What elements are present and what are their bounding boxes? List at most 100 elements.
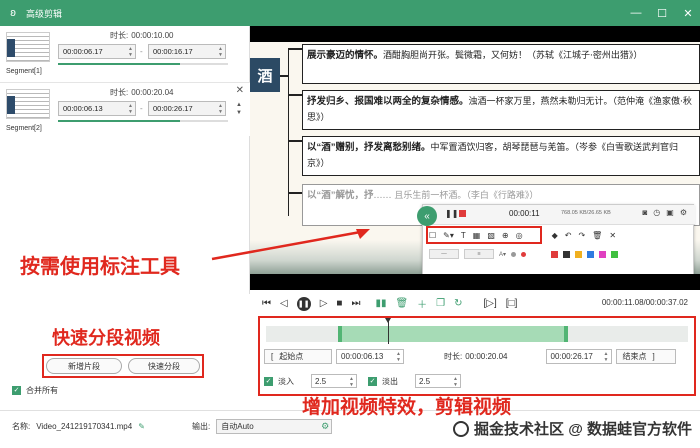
end-time-field[interactable]: 00:00:26.17 ▲ ▼ (545, 348, 612, 364)
timeline-selection[interactable] (338, 326, 568, 342)
mark-in-icon[interactable]: [▷] (484, 298, 497, 309)
fade-row: ✓ 淡入 2.5 ▲ ▼ ✓ 淡出 2.5 ▲ ▼ (264, 373, 461, 389)
spinner-icon[interactable]: ▲ ▼ (453, 376, 458, 388)
callout-annotate: 按需使用标注工具 (20, 256, 180, 278)
title-bar: ʚ 高级剪辑 — ☐ ✕ (0, 0, 700, 26)
fade-in-label: 淡入 (278, 376, 294, 386)
spinner-icon[interactable]: ▲ ▼ (396, 351, 401, 363)
segment-reorder-icon[interactable]: ▲ ▼ (236, 101, 242, 117)
timeline-track[interactable] (266, 326, 688, 342)
segment-end-field[interactable]: 00:00:16.17 ▲ ▼ (148, 44, 226, 59)
style-option[interactable]: — (429, 249, 459, 259)
fade-out-checkbox[interactable]: ✓ (368, 376, 377, 386)
spinner-icon[interactable]: ▲ ▼ (128, 103, 133, 115)
gear-icon[interactable]: ⚙ (680, 208, 687, 217)
edit-name-icon[interactable]: ✎ (138, 422, 145, 431)
segment-thumbnail (6, 89, 50, 119)
segment-close-icon[interactable]: ✕ (236, 85, 244, 96)
step-back-icon[interactable]: ◁ (280, 298, 288, 309)
merge-all-checkbox[interactable]: ✓ (12, 386, 21, 395)
stop-icon[interactable] (459, 210, 466, 217)
spinner-icon[interactable]: ▲ ▼ (604, 351, 609, 363)
minimize-icon[interactable]: — (630, 7, 642, 19)
gear-icon[interactable]: ⚙ (321, 421, 329, 432)
copy-icon[interactable]: ❐ (436, 298, 445, 309)
callout-effects: 增加视频特效，剪辑视频 (302, 397, 512, 418)
watermark: 掘金技术社区 @ 数据蛙官方软件 (453, 418, 692, 439)
maximize-icon[interactable]: ☐ (656, 7, 668, 20)
camera-icon[interactable]: ◙ (642, 208, 647, 217)
style-option[interactable]: ≡ (464, 249, 494, 259)
skip-end-icon[interactable]: ⏭ (351, 298, 360, 309)
merge-all-option[interactable]: ✓ 合并所有 (12, 385, 58, 396)
redo-icon[interactable]: ↷ (578, 231, 585, 240)
edit-panel: [起始点 00:00:06.13 ▲ ▼ 时长: 00:00:20.04 00:00… (258, 316, 696, 396)
watermark-logo-icon (453, 420, 470, 437)
close-icon[interactable]: ✕ (609, 231, 616, 240)
pause-icon[interactable]: ❚❚ (445, 209, 458, 218)
reset-icon[interactable]: ↻ (454, 298, 462, 309)
trash-icon[interactable]: 🗑 (592, 231, 602, 240)
annotation-toolbar: « ❚❚ 00:00:11 768.05 KB/26.65 KB ◙ ◷ ▣ ⚙… (417, 204, 695, 274)
split-icon[interactable]: ▮▮ (375, 298, 386, 309)
quick-split-button[interactable]: 快速分段 (128, 358, 200, 374)
playback-controls: ⏮ ◁ ❚❚ ▷ ■ ⏭ ▮▮ 🗑 ＋ ❐ ↻ [▷] [□] 00:00:11… (250, 292, 700, 314)
size-icon[interactable]: A▾ (499, 251, 506, 258)
segment-item[interactable]: Segment[1] 时长: 00:00:10.00 00:00:06.17 ▲ ▼ … (0, 26, 250, 80)
playback-time: 00:00:11.08/00:00:37.02 (601, 298, 688, 307)
merge-all-label: 合并所有 (26, 386, 58, 395)
pause-button[interactable]: ❚❚ (296, 296, 311, 311)
color-swatch[interactable] (599, 250, 607, 258)
recording-actions: ◙ ◷ ▣ ⚙ (642, 208, 687, 217)
size-dot[interactable] (511, 251, 517, 257)
fade-out-field[interactable]: 2.5 ▲ ▼ (415, 374, 461, 388)
filename-label: 名称: (12, 422, 31, 431)
start-time-field[interactable]: 00:00:06.13 ▲ ▼ (336, 348, 404, 364)
segment-duration: 时长: 00:00:20.04 (110, 88, 174, 97)
color-swatch[interactable] (563, 250, 571, 258)
slide-text-box: 展示豪迈的情怀。酒酣胸胆尚开张。鬓微霜，又何妨！（苏轼《江城子·密州出猎》） (302, 44, 700, 84)
segment-item[interactable]: Segment[2] 时长: 00:00:20.04 00:00:06.13 ▲ ▼ … (0, 82, 250, 136)
segment-progress (58, 120, 228, 122)
set-start-button[interactable]: [起始点 (264, 348, 332, 364)
color-dot[interactable] (521, 251, 527, 257)
add-icon[interactable]: ＋ (417, 296, 427, 311)
slide-text-box: 以“酒”赠别，抒发离愁别绪。中军置酒饮归客，胡琴琵琶与羌笛。（岑参《白雪歌送武判… (302, 136, 700, 176)
playhead[interactable] (385, 318, 391, 344)
undo-icon[interactable]: ↶ (565, 231, 572, 240)
fade-in-checkbox[interactable]: ✓ (264, 376, 273, 386)
spinner-icon[interactable]: ▲ ▼ (128, 46, 133, 58)
spinner-icon[interactable]: ▲ ▼ (349, 376, 354, 388)
segment-progress (58, 63, 228, 65)
trim-row: [起始点 00:00:06.13 ▲ ▼ 时长: 00:00:20.04 00:00… (264, 348, 690, 364)
add-segment-button[interactable]: 新增片段 (46, 358, 122, 374)
collapse-icon[interactable]: « (417, 206, 437, 226)
delete-icon[interactable]: 🗑 (395, 298, 408, 309)
step-forward-icon[interactable]: ▷ (320, 298, 328, 309)
toolbox-icon[interactable]: ▣ (666, 208, 674, 217)
stop-icon[interactable]: ■ (336, 298, 342, 309)
skip-start-icon[interactable]: ⏮ (262, 298, 271, 309)
callout-split: 快速分段视频 (52, 328, 160, 348)
segment-end-field[interactable]: 00:00:26.17 ▲ ▼ (148, 101, 226, 116)
spinner-icon[interactable]: ▲ ▼ (218, 103, 223, 115)
color-swatch[interactable] (587, 250, 595, 258)
segment-start-field[interactable]: 00:00:06.17 ▲ ▼ (58, 44, 136, 59)
range-separator: - (140, 47, 143, 56)
fade-out-label: 淡出 (382, 376, 398, 386)
fade-in-field[interactable]: 2.5 ▲ ▼ (311, 374, 357, 388)
set-end-button[interactable]: 结束点] (615, 348, 676, 364)
slide-text-box: 抒发归乡、报国难以两全的复杂情感。浊酒一杯家万里，燕然未勒归无计。（范仲淹《渔家… (302, 90, 700, 130)
close-icon[interactable]: ✕ (682, 7, 694, 20)
output-select[interactable]: 自动Auto ⚙ (216, 419, 333, 434)
output-row: 输出: 自动Auto ⚙ (192, 419, 333, 434)
color-swatch[interactable] (611, 250, 619, 258)
color-swatch[interactable] (575, 250, 583, 258)
color-swatch[interactable] (551, 250, 559, 258)
eraser-icon[interactable]: ◆ (552, 231, 558, 240)
spinner-icon[interactable]: ▲ ▼ (218, 46, 223, 58)
clock-icon[interactable]: ◷ (653, 208, 660, 217)
segment-start-field[interactable]: 00:00:06.13 ▲ ▼ (58, 101, 136, 116)
mark-out-icon[interactable]: [□] (506, 298, 518, 309)
window-controls: — ☐ ✕ (630, 0, 694, 26)
